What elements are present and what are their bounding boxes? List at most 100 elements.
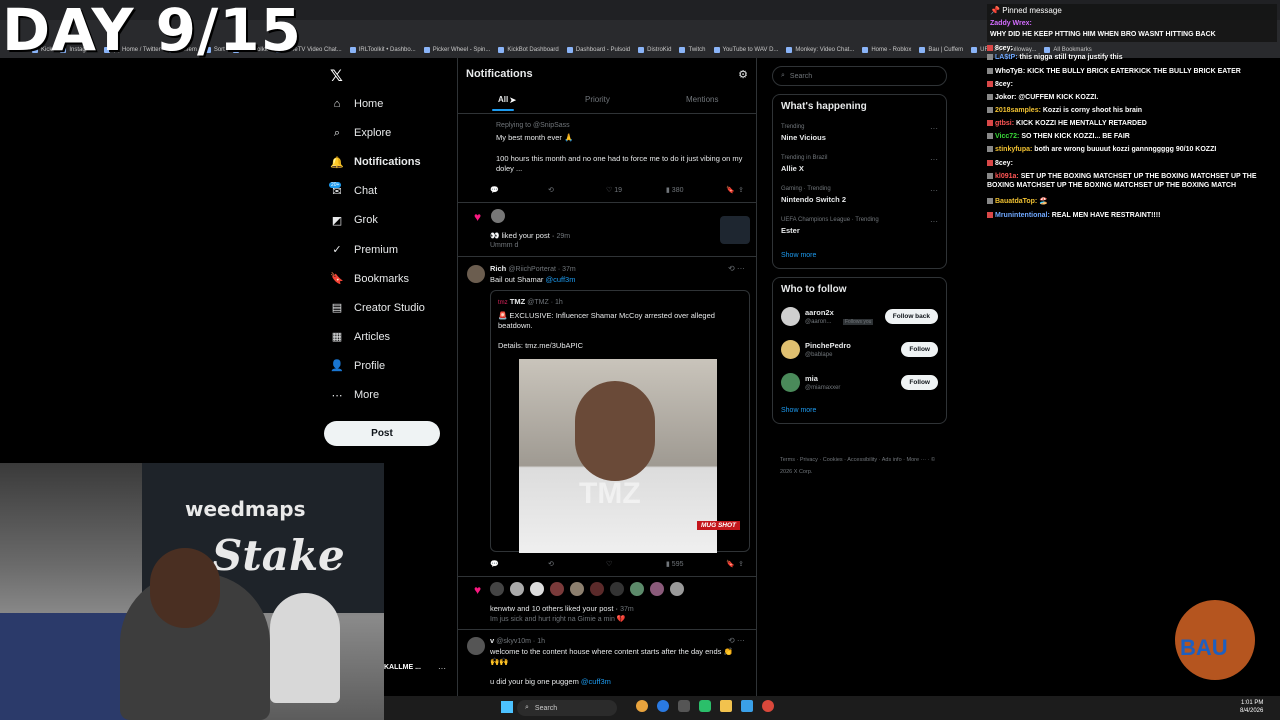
avatar[interactable]: [610, 582, 624, 596]
chat-username[interactable]: BauatdaTop:: [995, 198, 1037, 205]
sidebar-item-grok[interactable]: ◩ Grok: [330, 213, 378, 227]
follow-button[interactable]: Follow back: [884, 309, 938, 324]
tab-mentions[interactable]: Mentions: [686, 95, 718, 104]
chat-username[interactable]: 8cey:: [995, 45, 1013, 52]
avatar[interactable]: [491, 209, 505, 223]
show-more-trends[interactable]: Show more: [781, 252, 816, 259]
trend-name[interactable]: Nine Vicious: [781, 133, 826, 142]
chat-username[interactable]: stinkyfupa:: [995, 146, 1032, 153]
trend-more-icon[interactable]: ···: [930, 217, 938, 226]
follow-name[interactable]: PinchePedro: [805, 341, 851, 350]
chat-username[interactable]: Jokor:: [995, 94, 1016, 101]
quoted-post[interactable]: tmz TMZ @TMZ · 1h 🚨 EXCLUSIVE: Influence…: [490, 290, 750, 553]
tab-all[interactable]: All: [498, 95, 508, 104]
like-icon[interactable]: ♡ 19: [606, 186, 666, 194]
sidebar-item-notifications[interactable]: 🔔 Notifications: [330, 155, 420, 169]
reply-icon[interactable]: 💬: [490, 186, 548, 194]
sidebar-item-more[interactable]: ⋯ More: [330, 388, 380, 402]
follow-name[interactable]: aaron2x: [805, 308, 834, 317]
post-thumbnail[interactable]: [720, 216, 750, 244]
bookmark-item[interactable]: YouTube to WAV D...: [713, 47, 778, 53]
search-input[interactable]: ⌕ Search: [772, 66, 947, 86]
share-icon[interactable]: ⇪: [738, 186, 744, 194]
repost-icon[interactable]: ⟲: [548, 560, 606, 568]
bookmark-item[interactable]: Monkey: Video Chat...: [786, 47, 854, 53]
taskbar-clock[interactable]: 1:01 PM 8/4/2026: [1240, 699, 1263, 715]
app-icon[interactable]: [699, 700, 711, 712]
chat-username[interactable]: kl091a:: [995, 173, 1019, 180]
sidebar-item-home[interactable]: ⌂ Home: [330, 97, 384, 111]
settings-gear-icon[interactable]: ⚙: [738, 68, 748, 81]
avatar[interactable]: [630, 582, 644, 596]
folder-icon[interactable]: [720, 700, 732, 712]
chrome-icon[interactable]: [636, 700, 648, 712]
x-footer-links[interactable]: Terms · Privacy · Cookies · Accessibilit…: [780, 454, 940, 478]
sidebar-item-articles[interactable]: ▦ Articles: [330, 330, 390, 344]
avatar[interactable]: [781, 340, 800, 359]
chat-username[interactable]: 2018samples:: [995, 107, 1041, 114]
app-icon[interactable]: [678, 700, 690, 712]
avatar[interactable]: [781, 307, 800, 326]
mention-link[interactable]: @cuff3m: [581, 677, 611, 686]
bookmark-icon[interactable]: 🔖: [726, 186, 738, 194]
follow-name[interactable]: mia: [805, 374, 818, 383]
bookmark-item[interactable]: Home - Roblox: [862, 47, 911, 53]
chat-username[interactable]: gtbsi:: [995, 120, 1014, 127]
follow-button[interactable]: Follow: [901, 342, 938, 357]
sidebar-item-profile[interactable]: 👤 Profile: [330, 359, 385, 373]
chat-username[interactable]: LA$tP:: [995, 54, 1018, 61]
bookmark-item[interactable]: IRLToolkit • Dashbo...: [349, 47, 416, 53]
views-icon[interactable]: ▮ 380: [666, 186, 726, 194]
sidebar-item-premium[interactable]: ✓ Premium: [330, 243, 398, 257]
post-button[interactable]: Post: [324, 421, 440, 446]
chat-username[interactable]: 8cey:: [995, 160, 1013, 167]
trend-more-icon[interactable]: ···: [930, 186, 938, 195]
bookmark-item[interactable]: Twitch: [679, 47, 706, 53]
trend-more-icon[interactable]: ···: [930, 155, 938, 164]
show-more-follows[interactable]: Show more: [781, 407, 816, 414]
bookmark-item[interactable]: Picker Wheel - Spin...: [423, 47, 490, 53]
avatar[interactable]: [530, 582, 544, 596]
share-icon[interactable]: ⇪: [738, 560, 744, 568]
bookmark-item[interactable]: Bau | Cuffem: [919, 47, 963, 53]
chat-username[interactable]: Mrunintentional:: [995, 212, 1050, 219]
bookmark-item[interactable]: Dashboard - Pulsoid: [566, 47, 630, 53]
chat-username[interactable]: Vicc72:: [995, 133, 1019, 140]
bookmark-icon[interactable]: 🔖: [726, 560, 738, 568]
tab-priority[interactable]: Priority: [585, 95, 610, 104]
chrome-icon[interactable]: [762, 700, 774, 712]
sidebar-item-creator-studio[interactable]: ▤ Creator Studio: [330, 301, 425, 315]
avatar[interactable]: [467, 637, 485, 655]
mugshot-image[interactable]: TMZ: [519, 359, 717, 553]
trend-name[interactable]: Allie X: [781, 164, 804, 173]
views-icon[interactable]: ▮ 595: [666, 560, 726, 568]
account-name[interactable]: KALLME ...: [384, 664, 421, 671]
sidebar-item-explore[interactable]: ⌕ Explore: [330, 126, 391, 140]
post2-name[interactable]: Rich: [490, 264, 506, 273]
mention-link[interactable]: @cuff3m: [545, 275, 575, 284]
account-more-icon[interactable]: ···: [438, 664, 446, 673]
more-icon[interactable]: ⟲ ···: [728, 636, 745, 645]
avatar[interactable]: [781, 373, 800, 392]
bookmark-item[interactable]: KickBot Dashboard: [498, 47, 559, 53]
edge-icon[interactable]: [657, 700, 669, 712]
follow-button[interactable]: Follow: [901, 375, 938, 390]
avatar[interactable]: [467, 265, 485, 283]
more-icon[interactable]: ⟲ ···: [728, 264, 745, 273]
avatar[interactable]: [510, 582, 524, 596]
avatar[interactable]: [490, 582, 504, 596]
trend-name[interactable]: Ester: [781, 226, 800, 235]
post3-name[interactable]: v: [490, 636, 494, 645]
reply-icon[interactable]: 💬: [490, 560, 548, 568]
avatar[interactable]: [570, 582, 584, 596]
bookmark-item[interactable]: DistroKid: [638, 47, 671, 53]
like-icon[interactable]: ♡: [606, 560, 666, 568]
avatar[interactable]: [550, 582, 564, 596]
sidebar-item-bookmarks[interactable]: 🔖 Bookmarks: [330, 272, 409, 286]
avatar[interactable]: [670, 582, 684, 596]
repost-icon[interactable]: ⟲: [548, 186, 606, 194]
x-logo-icon[interactable]: 𝕏: [330, 66, 343, 86]
chat-username[interactable]: 8cey:: [995, 81, 1013, 88]
avatar[interactable]: [650, 582, 664, 596]
app-icon[interactable]: [741, 700, 753, 712]
